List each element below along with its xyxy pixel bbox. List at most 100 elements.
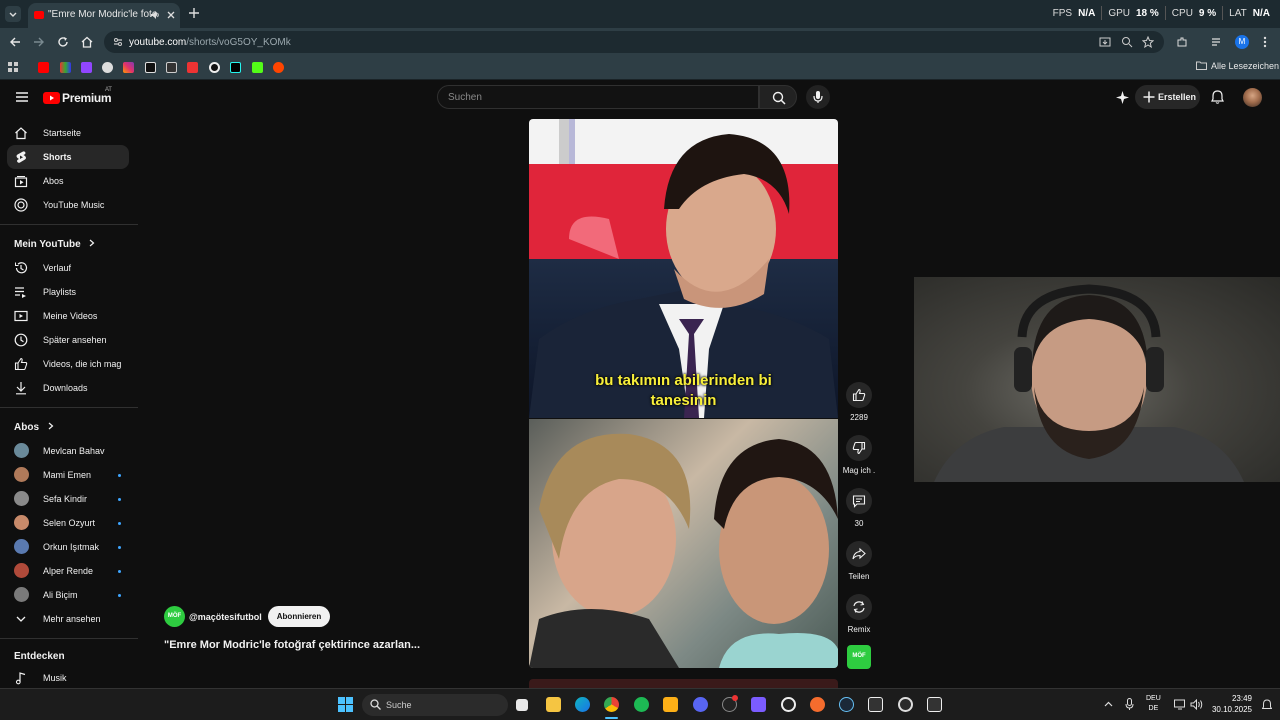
speaker-icon[interactable] [150,10,160,20]
tab-search-button[interactable] [5,6,21,22]
search-input[interactable]: Suchen [437,85,759,109]
voice-search-button[interactable] [806,85,830,109]
subscription-channel[interactable]: Orkun Işıtmak [7,535,129,559]
subscription-channel[interactable]: Sefa Kindir [7,487,129,511]
sidebar-item-spaeter-ansehen[interactable]: Später ansehen [7,328,129,352]
remix-button[interactable]: Remix [845,594,873,634]
sidebar-item-liked-videos[interactable]: Videos, die ich mag [7,352,129,376]
bookmark-twitch-icon[interactable] [81,62,92,73]
chevron-down-icon [14,612,28,626]
power-app-icon[interactable] [781,697,796,712]
subscriptions-heading[interactable]: Abos [14,422,55,433]
install-app-icon[interactable] [1099,36,1111,48]
like-button[interactable]: 2289 [845,382,873,422]
comments-button[interactable]: 30 [845,488,873,528]
bookmark-color-icon[interactable] [60,62,71,73]
sidebar-item-verlauf[interactable]: Verlauf [7,256,129,280]
bookmark-red-icon[interactable] [187,62,198,73]
bookmark-reddit-icon[interactable] [273,62,284,73]
file-explorer-icon[interactable] [546,697,561,712]
bookmarks-folder[interactable]: Alle Lesezeichen [1196,61,1279,71]
epic-games-2-icon[interactable] [927,697,942,712]
sidebar-item-musik[interactable]: Musik [7,666,129,690]
sidebar-item-shorts[interactable]: Shorts [7,145,129,169]
bookmark-youtube-icon[interactable] [38,62,49,73]
sidebar-item-youtube-music[interactable]: YouTube Music [7,193,129,217]
search-button[interactable] [759,85,797,109]
subscription-channel[interactable]: Alper Rende [7,559,129,583]
url-path: /shorts/voG5OY_KOMk [186,37,291,48]
subscription-channel[interactable]: Selen Ozyurt [7,511,129,535]
channel-avatar[interactable]: MÖF [164,606,185,627]
youtube-logo[interactable]: Premium AT [43,87,112,105]
dislike-button[interactable]: Mag ich . [843,435,875,475]
subscribe-button[interactable]: Abonnieren [268,606,330,627]
bookmark-kick-icon[interactable] [252,62,263,73]
notifications-bell-icon[interactable] [1211,90,1224,104]
tray-overflow-icon[interactable] [1104,701,1113,707]
address-bar[interactable]: youtube.com/shorts/voG5OY_KOMk [104,31,1164,53]
share-button[interactable]: Teilen [845,541,873,581]
new-tab-icon[interactable] [188,7,200,19]
volume-icon[interactable] [1190,699,1203,710]
bookmark-star-icon[interactable] [1142,36,1154,48]
back-icon[interactable] [9,36,21,48]
hamburger-menu-icon[interactable] [16,92,28,102]
reload-icon[interactable] [57,36,69,48]
spotify-icon[interactable] [634,697,649,712]
channel-name: Mevlcan Bahav [43,446,105,456]
sidebar-item-downloads[interactable]: Downloads [7,376,129,400]
short-title[interactable]: "Emre Mor Modric'le fotoğraf çektirince … [164,639,420,651]
rockstar-icon[interactable] [663,697,678,712]
subscription-channel[interactable]: Mami Emen [7,463,129,487]
browser-tab-active[interactable]: "Emre Mor Modric'le fotoğ [28,3,180,28]
epic-games-icon[interactable] [868,697,883,712]
sidebar-item-playlists[interactable]: Playlists [7,280,129,304]
language-indicator[interactable]: DEU DE [1146,694,1161,714]
short-video-player[interactable]: bu takımın abilerinden bi tanesinin [529,119,838,668]
windows-start-icon[interactable] [338,697,353,712]
tray-microphone-icon[interactable] [1125,698,1134,711]
sidebar-item-startseite[interactable]: Startseite [7,121,129,145]
home-button-icon[interactable] [81,36,93,48]
account-avatar[interactable] [1243,88,1262,107]
my-youtube-heading[interactable]: Mein YouTube [14,239,96,250]
bookmark-bookmark-icon[interactable] [166,62,177,73]
bookmark-circle-icon[interactable] [209,62,220,73]
media-controls-icon[interactable] [1211,36,1223,48]
zoom-icon[interactable] [1121,36,1133,48]
origin-icon[interactable] [810,697,825,712]
network-icon[interactable] [1174,699,1186,710]
ubisoft-icon[interactable] [898,697,913,712]
taskbar-search-input[interactable]: Suche [362,694,508,716]
sidebar-item-abos[interactable]: Abos [7,169,129,193]
system-clock[interactable]: 23:49 30.10.2025 [1212,693,1252,715]
forward-icon[interactable] [33,36,45,48]
bookmark-xbox-icon[interactable] [102,62,113,73]
task-view-icon[interactable] [516,699,528,711]
subscription-channel[interactable]: Mevlcan Bahav [7,439,129,463]
browser-menu-icon[interactable] [1262,36,1268,48]
extensions-icon[interactable] [1176,36,1188,48]
overwolf-icon[interactable] [751,697,766,712]
site-info-icon[interactable] [112,36,124,48]
channel-handle[interactable]: @maçötesifutbol [189,612,262,622]
music-icon [14,198,28,212]
ai-sparkle-icon[interactable] [1116,91,1129,104]
steam-icon[interactable] [839,697,854,712]
bookmark-tiktok-icon[interactable] [230,62,241,73]
subscription-channel[interactable]: Ali Biçim [7,583,129,607]
notification-center-icon[interactable] [1262,699,1272,711]
close-tab-icon[interactable] [166,10,176,20]
bookmark-x-icon[interactable] [145,62,156,73]
profile-avatar[interactable]: M [1235,35,1249,49]
create-button[interactable]: Erstellen [1135,85,1200,109]
bookmark-instagram-icon[interactable] [123,62,134,73]
sidebar-item-meine-videos[interactable]: Meine Videos [7,304,129,328]
chrome-icon[interactable] [604,697,619,712]
sound-channel-thumbnail[interactable]: MÖF [847,645,871,669]
show-more-button[interactable]: Mehr ansehen [7,607,129,631]
discord-icon[interactable] [693,697,708,712]
apps-grid-icon[interactable] [8,62,19,73]
edge-icon[interactable] [575,697,590,712]
